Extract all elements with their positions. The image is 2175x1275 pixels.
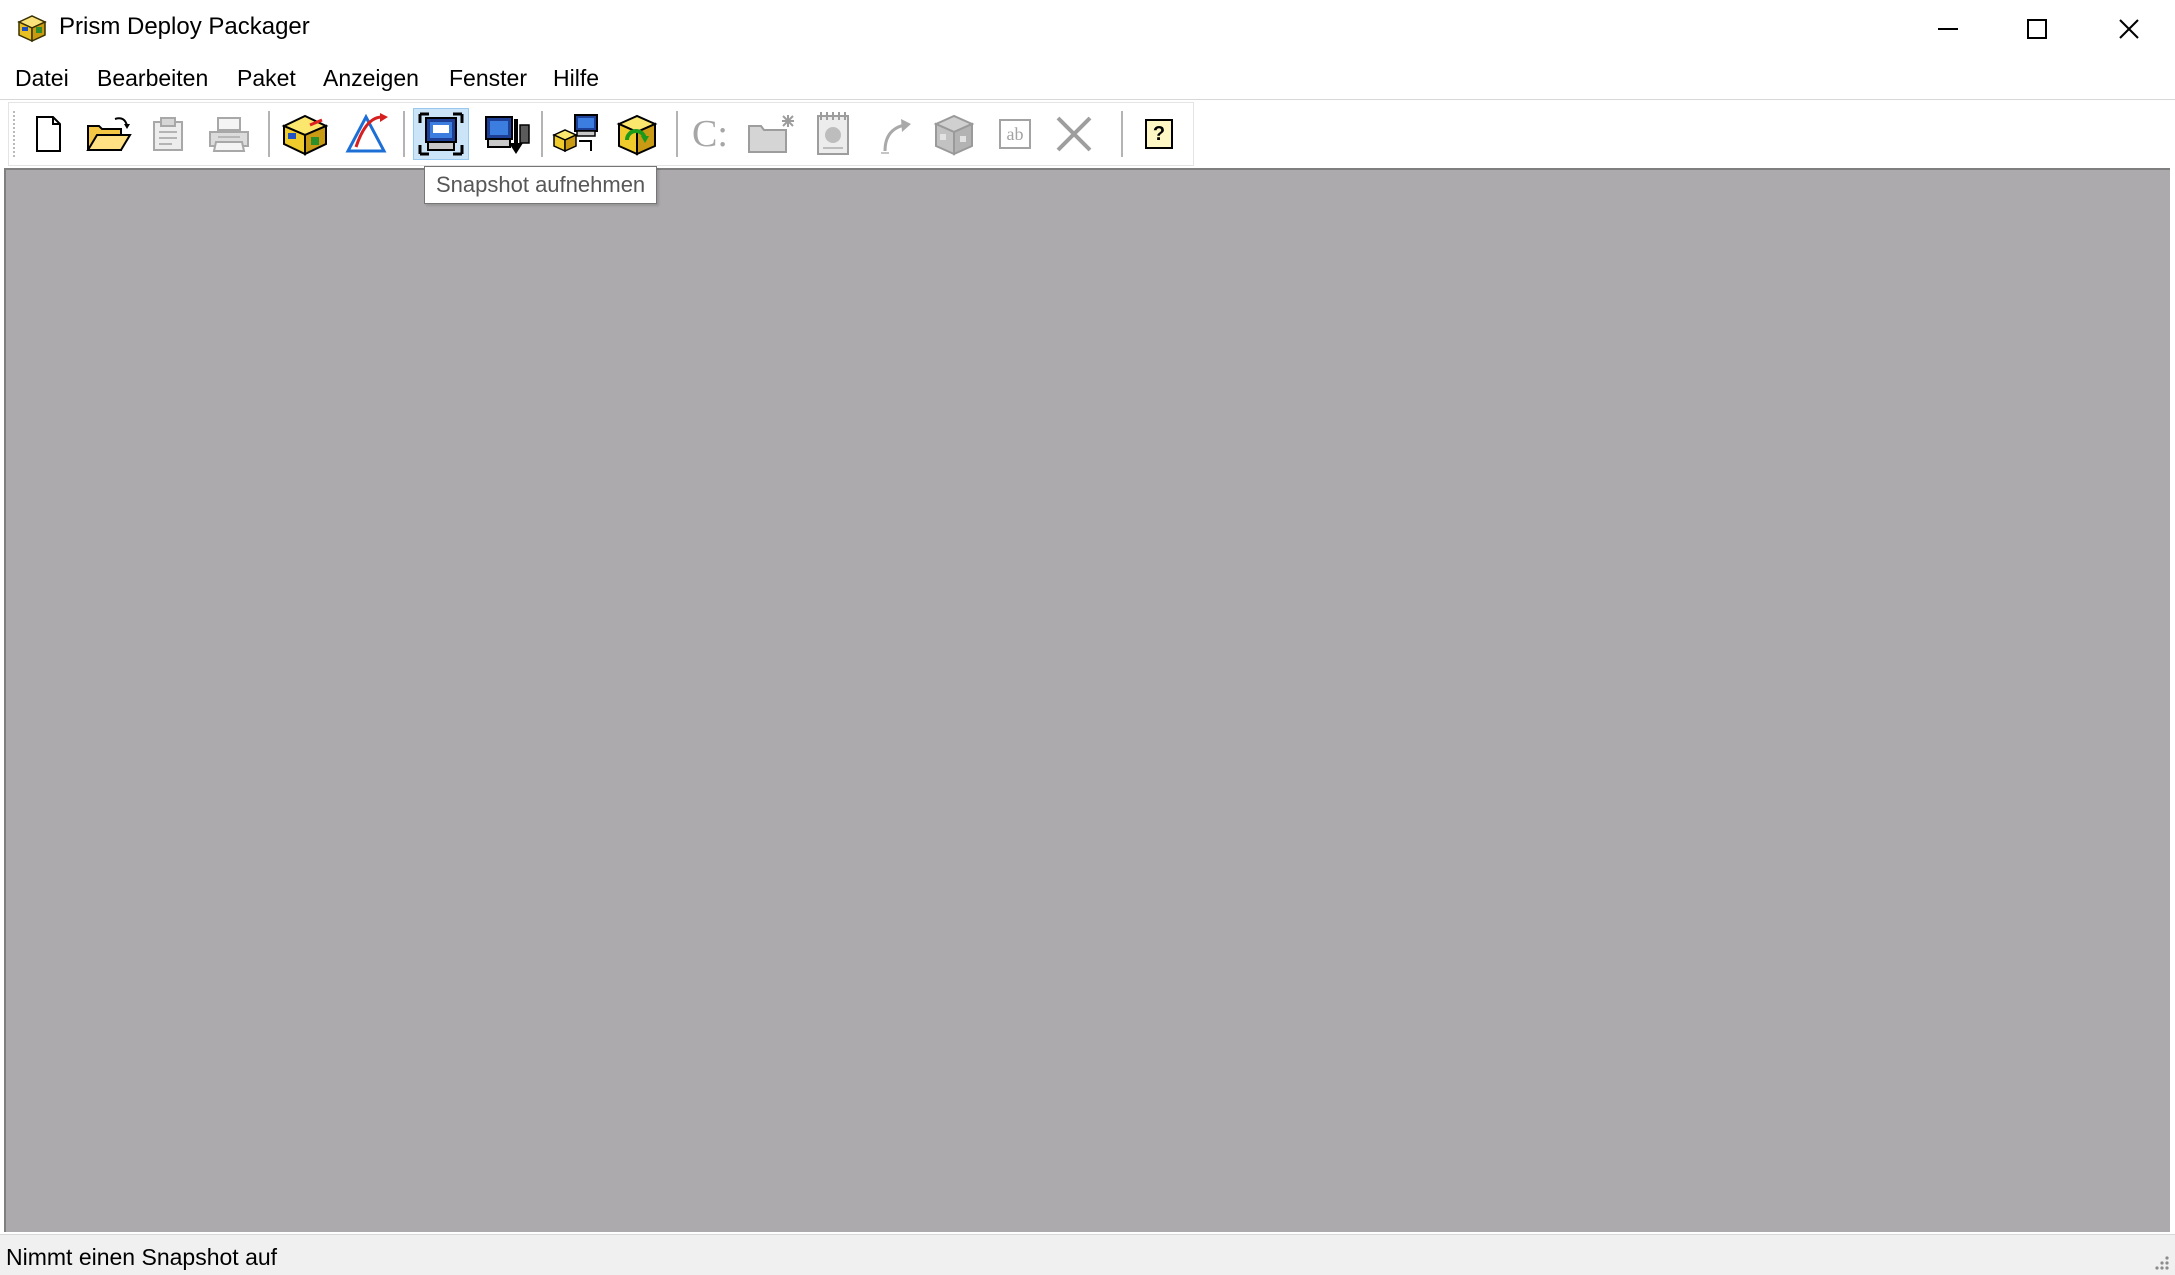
close-icon [2119,19,2139,39]
minimize-icon [1938,28,1958,30]
toolbar-separator [268,111,271,157]
package-button[interactable] [277,108,333,160]
new-folder-icon [748,115,794,153]
properties-icon [153,117,183,151]
delete-button[interactable] [1046,108,1102,160]
package-box-icon[interactable] [15,11,49,45]
registry-button[interactable] [805,108,861,160]
minimize-button[interactable] [1902,0,1994,58]
drive-c-icon: C: [692,113,728,155]
components-icon [933,114,975,156]
rename-button[interactable]: ab [987,108,1043,160]
delta-icon [345,113,388,153]
drive-c-button[interactable]: C: [682,108,738,160]
toolbar: C: ab ? [8,102,1194,166]
window-title: Prism Deploy Packager [59,13,310,40]
compare-snapshot-icon [485,116,530,154]
menu-datei[interactable]: Datei [13,65,71,92]
mdi-workspace[interactable] [4,168,2170,1232]
compare-snapshot-button[interactable] [479,108,535,160]
properties-button[interactable] [140,108,196,160]
menu-bearbeiten[interactable]: Bearbeiten [95,65,210,92]
toolbar-grip[interactable] [12,110,16,158]
status-bar: Nimmt einen Snapshot auf [0,1234,2175,1275]
help-label: ? [1152,122,1166,145]
open-folder-icon [86,117,132,151]
menu-paket[interactable]: Paket [235,65,298,92]
menu-anzeigen[interactable]: Anzeigen [321,65,421,92]
status-text: Nimmt einen Snapshot auf [6,1244,278,1270]
new-document-icon [36,116,61,152]
toolbar-separator [676,111,679,157]
maximize-button[interactable] [1991,0,2083,58]
snapshot-tooltip: Snapshot aufnehmen [424,166,658,204]
resize-grip-icon[interactable] [2151,1252,2171,1272]
delete-icon [1056,116,1092,152]
new-folder-button[interactable] [744,108,800,160]
shortcut-icon [881,119,911,154]
maximize-icon [2027,19,2047,39]
snapshot-icon [418,112,464,156]
help-icon: ? [1145,119,1173,149]
deploy-icon [552,114,598,153]
deploy-button[interactable] [548,108,604,160]
recycle-package-button[interactable] [609,108,665,160]
registry-icon [817,112,849,155]
shortcut-button[interactable] [867,108,923,160]
toolbar-separator [541,111,544,157]
menu-hilfe[interactable]: Hilfe [551,65,601,92]
title-bar: Prism Deploy Packager [0,0,2175,58]
help-button[interactable]: ? [1131,108,1187,160]
menu-divider [0,99,2175,100]
open-button[interactable] [81,108,137,160]
toolbar-separator [403,111,406,157]
toolbar-separator [1121,111,1124,157]
recycle-package-icon [616,114,658,156]
menu-fenster[interactable]: Fenster [447,65,529,92]
print-icon [209,117,249,152]
components-button[interactable] [926,108,982,160]
rename-icon: ab [999,119,1031,149]
rename-label: ab [1006,123,1024,144]
package-icon [281,114,329,156]
close-button[interactable] [2083,0,2175,58]
snapshot-button[interactable] [413,108,469,160]
menu-bar: Datei Bearbeiten Paket Anzeigen Fenster … [0,58,2175,100]
print-button[interactable] [201,108,257,160]
delta-button[interactable] [338,108,394,160]
new-button[interactable] [20,108,76,160]
